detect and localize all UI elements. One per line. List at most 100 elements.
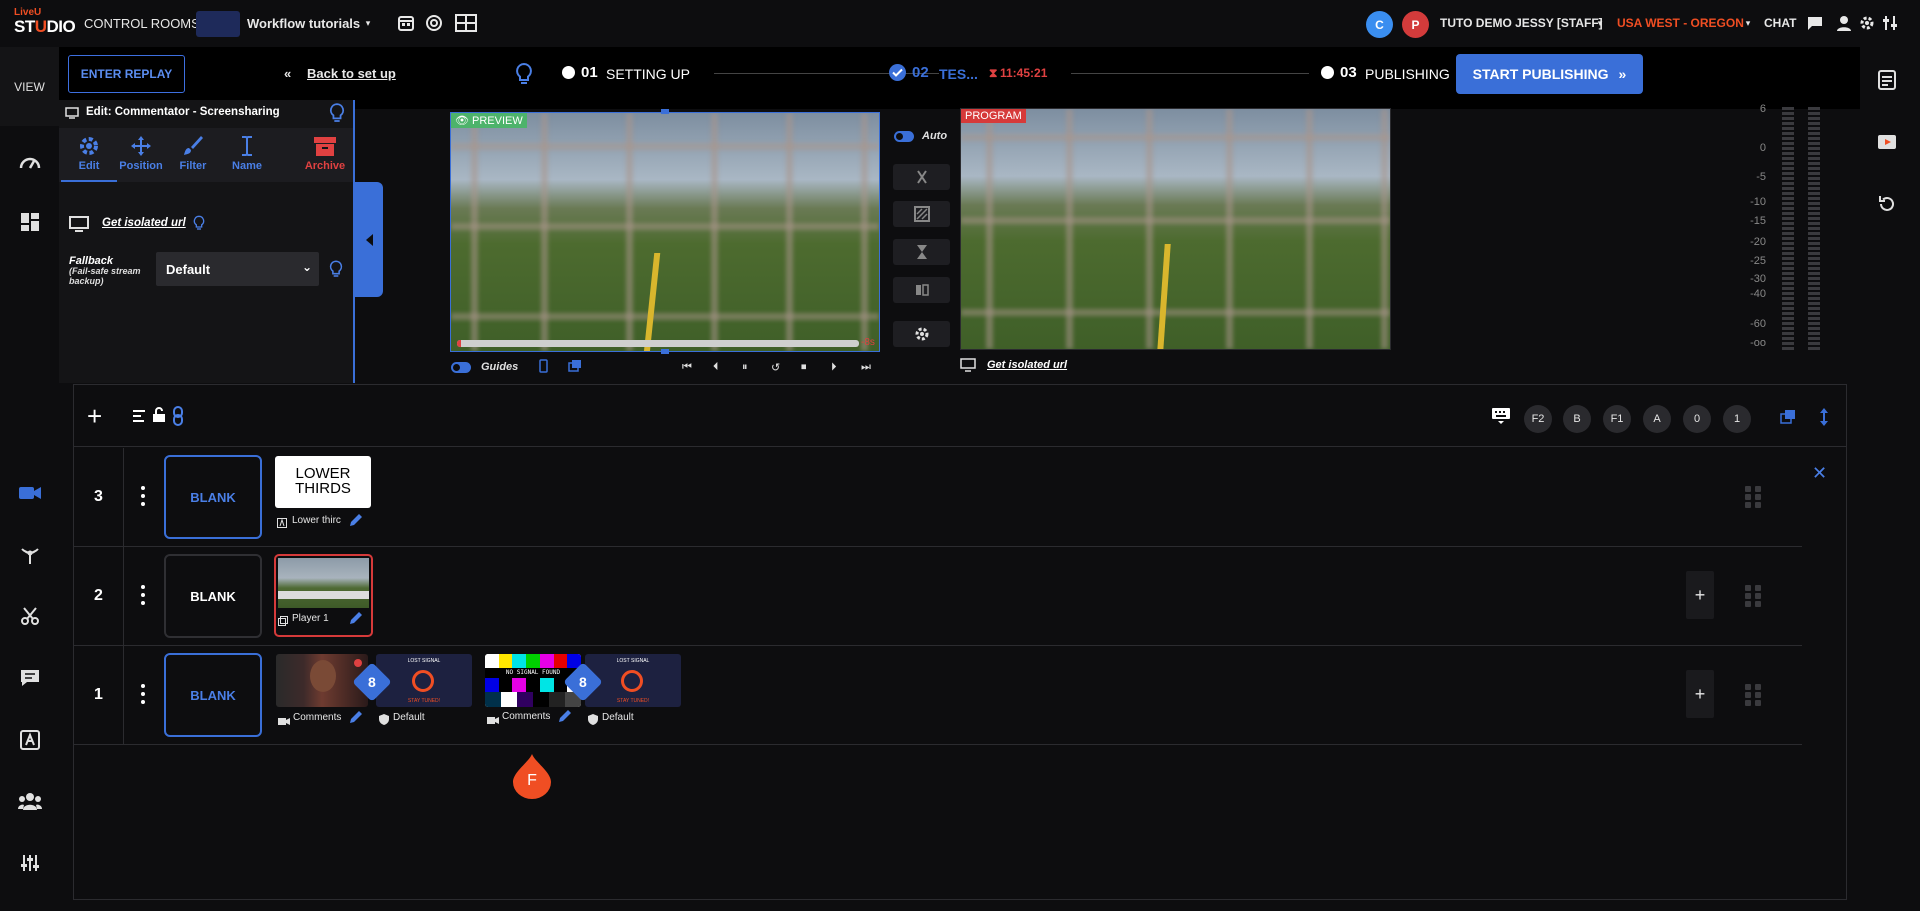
history-icon[interactable] — [1878, 195, 1896, 218]
step1-label[interactable]: SETTING UP — [606, 66, 690, 82]
shortcut-f1[interactable]: F1 — [1603, 405, 1631, 433]
copy-icon[interactable] — [568, 359, 582, 375]
pencil-icon[interactable] — [348, 512, 364, 533]
wipe-transition-button[interactable] — [893, 201, 950, 227]
tab-filter[interactable]: Filter — [165, 135, 221, 181]
back-to-setup-link[interactable]: Back to set up — [307, 66, 396, 81]
link-icon[interactable] — [173, 406, 183, 431]
tab-name[interactable]: Name — [219, 135, 275, 181]
avatar-c[interactable]: C — [1366, 11, 1393, 38]
users-icon[interactable] — [18, 789, 42, 813]
collapse-panel-tab[interactable] — [355, 182, 383, 297]
stop-icon[interactable]: ⏹ — [801, 361, 807, 374]
shortcut-b[interactable]: B — [1563, 405, 1591, 433]
lower-thirds-thumbnail[interactable]: LOWER THIRDS — [275, 456, 371, 508]
blank-source[interactable]: BLANK — [164, 653, 262, 737]
pencil-icon[interactable] — [557, 708, 573, 729]
blank-source[interactable]: BLANK — [164, 455, 262, 539]
double-chevron-left-icon[interactable]: « — [284, 66, 291, 81]
start-publishing-button[interactable]: START PUBLISHING » — [1456, 54, 1643, 94]
get-isolated-url-link[interactable]: Get isolated url — [102, 217, 186, 229]
drag-handle-icon[interactable] — [1745, 684, 1761, 706]
add-source-button[interactable]: + — [1686, 670, 1714, 718]
copy-icon[interactable] — [1780, 409, 1796, 429]
media-player-icon[interactable] — [1877, 133, 1897, 156]
blank-source[interactable]: BLANK — [164, 554, 262, 638]
tab-edit[interactable]: Edit — [61, 129, 117, 182]
shortcut-f2[interactable]: F2 — [1524, 405, 1552, 433]
shortcut-1[interactable]: 1 — [1723, 405, 1751, 433]
enter-replay-button[interactable]: ENTER REPLAY — [68, 55, 185, 93]
drag-handle-icon[interactable] — [1745, 585, 1761, 607]
chevron-down-icon[interactable]: ▾ — [363, 18, 373, 28]
chevron-down-icon[interactable]: ▾ — [1743, 18, 1753, 28]
step2-label[interactable]: TES... — [939, 66, 978, 82]
tab-archive[interactable]: Archive — [297, 135, 353, 181]
fallback-select[interactable]: Default ⌄ — [156, 252, 319, 286]
scissors-icon[interactable] — [18, 604, 42, 628]
shortcut-a[interactable]: A — [1643, 405, 1671, 433]
resize-handle[interactable] — [661, 109, 669, 114]
sliders-icon[interactable] — [18, 851, 42, 875]
unlock-icon[interactable] — [152, 407, 166, 428]
cut-transition-button[interactable] — [893, 164, 950, 190]
avatar-p[interactable]: P — [1402, 11, 1429, 38]
lightbulb-icon[interactable] — [329, 259, 343, 284]
guides-toggle[interactable] — [451, 362, 471, 373]
user-menu[interactable]: TUTO DEMO JESSY [STAFF] — [1440, 16, 1603, 30]
kebab-menu-icon[interactable] — [140, 684, 146, 704]
close-icon[interactable]: ✕ — [1812, 463, 1827, 484]
liveu-studio-logo[interactable]: LiveU STUDIO — [14, 8, 76, 40]
step-back-icon[interactable]: ⏴ — [713, 361, 719, 374]
workflow-name[interactable]: Workflow tutorials — [247, 16, 360, 31]
squeeze-transition-button[interactable] — [893, 239, 950, 265]
align-left-icon[interactable] — [132, 409, 146, 428]
chat-button[interactable]: CHAT — [1764, 16, 1796, 30]
kebab-menu-icon[interactable] — [140, 486, 146, 506]
shortcut-0[interactable]: 0 — [1683, 405, 1711, 433]
gear-icon[interactable] — [1858, 14, 1876, 32]
kebab-menu-icon[interactable] — [140, 585, 146, 605]
skip-end-icon[interactable]: ⏭ — [861, 361, 871, 374]
add-layer-icon[interactable]: + — [87, 403, 102, 429]
lifebuoy-icon[interactable] — [424, 13, 444, 33]
control-rooms-link[interactable]: CONTROL ROOMS — [84, 16, 200, 31]
lightbulb-icon[interactable] — [193, 214, 205, 237]
vertical-resize-icon[interactable] — [1819, 407, 1829, 432]
layout-icon[interactable] — [18, 210, 42, 234]
view-tab[interactable]: VIEW — [0, 47, 59, 126]
chevron-down-icon[interactable]: ▾ — [1595, 18, 1605, 28]
skip-start-icon[interactable]: ⏮ — [682, 361, 692, 374]
fade-transition-button[interactable] — [893, 277, 950, 303]
broadcast-icon[interactable] — [18, 542, 42, 566]
step-forward-icon[interactable]: ⏵ — [831, 361, 837, 374]
user-icon[interactable] — [1835, 14, 1853, 32]
program-isolated-url-link[interactable]: Get isolated url — [987, 359, 1067, 371]
pencil-icon[interactable] — [348, 709, 364, 730]
mobile-icon[interactable] — [539, 359, 548, 376]
pause-icon[interactable]: ⏸ — [742, 361, 748, 374]
preview-video[interactable]: 👁 PREVIEW -8s — [450, 112, 880, 352]
lightbulb-icon[interactable] — [329, 102, 345, 129]
transition-settings-button[interactable] — [893, 321, 950, 347]
camera-icon[interactable] — [18, 481, 42, 505]
keyboard-icon[interactable] — [1491, 407, 1511, 430]
lightbulb-icon[interactable] — [515, 62, 533, 91]
region-selector[interactable]: USA WEST - OREGON — [1617, 16, 1744, 30]
text-icon[interactable] — [18, 728, 42, 752]
preview-progress-bar[interactable] — [457, 340, 859, 347]
step3-label[interactable]: PUBLISHING — [1365, 66, 1450, 82]
drag-handle-icon[interactable] — [1745, 486, 1761, 508]
calendar-icon[interactable] — [396, 13, 416, 33]
chat-bubble-icon[interactable] — [1806, 14, 1824, 32]
add-source-button[interactable]: + — [1686, 571, 1714, 619]
resize-handle[interactable] — [661, 349, 669, 354]
rundown-icon[interactable] — [1878, 70, 1896, 95]
auto-toggle[interactable] — [894, 131, 914, 142]
tab-position[interactable]: Position — [113, 135, 169, 181]
dashboard-icon[interactable] — [18, 151, 42, 175]
replay-icon[interactable]: ↺ — [771, 361, 780, 374]
pencil-icon[interactable] — [348, 610, 364, 631]
sliders-icon[interactable] — [1881, 14, 1899, 32]
multiview-icon[interactable] — [455, 13, 477, 33]
